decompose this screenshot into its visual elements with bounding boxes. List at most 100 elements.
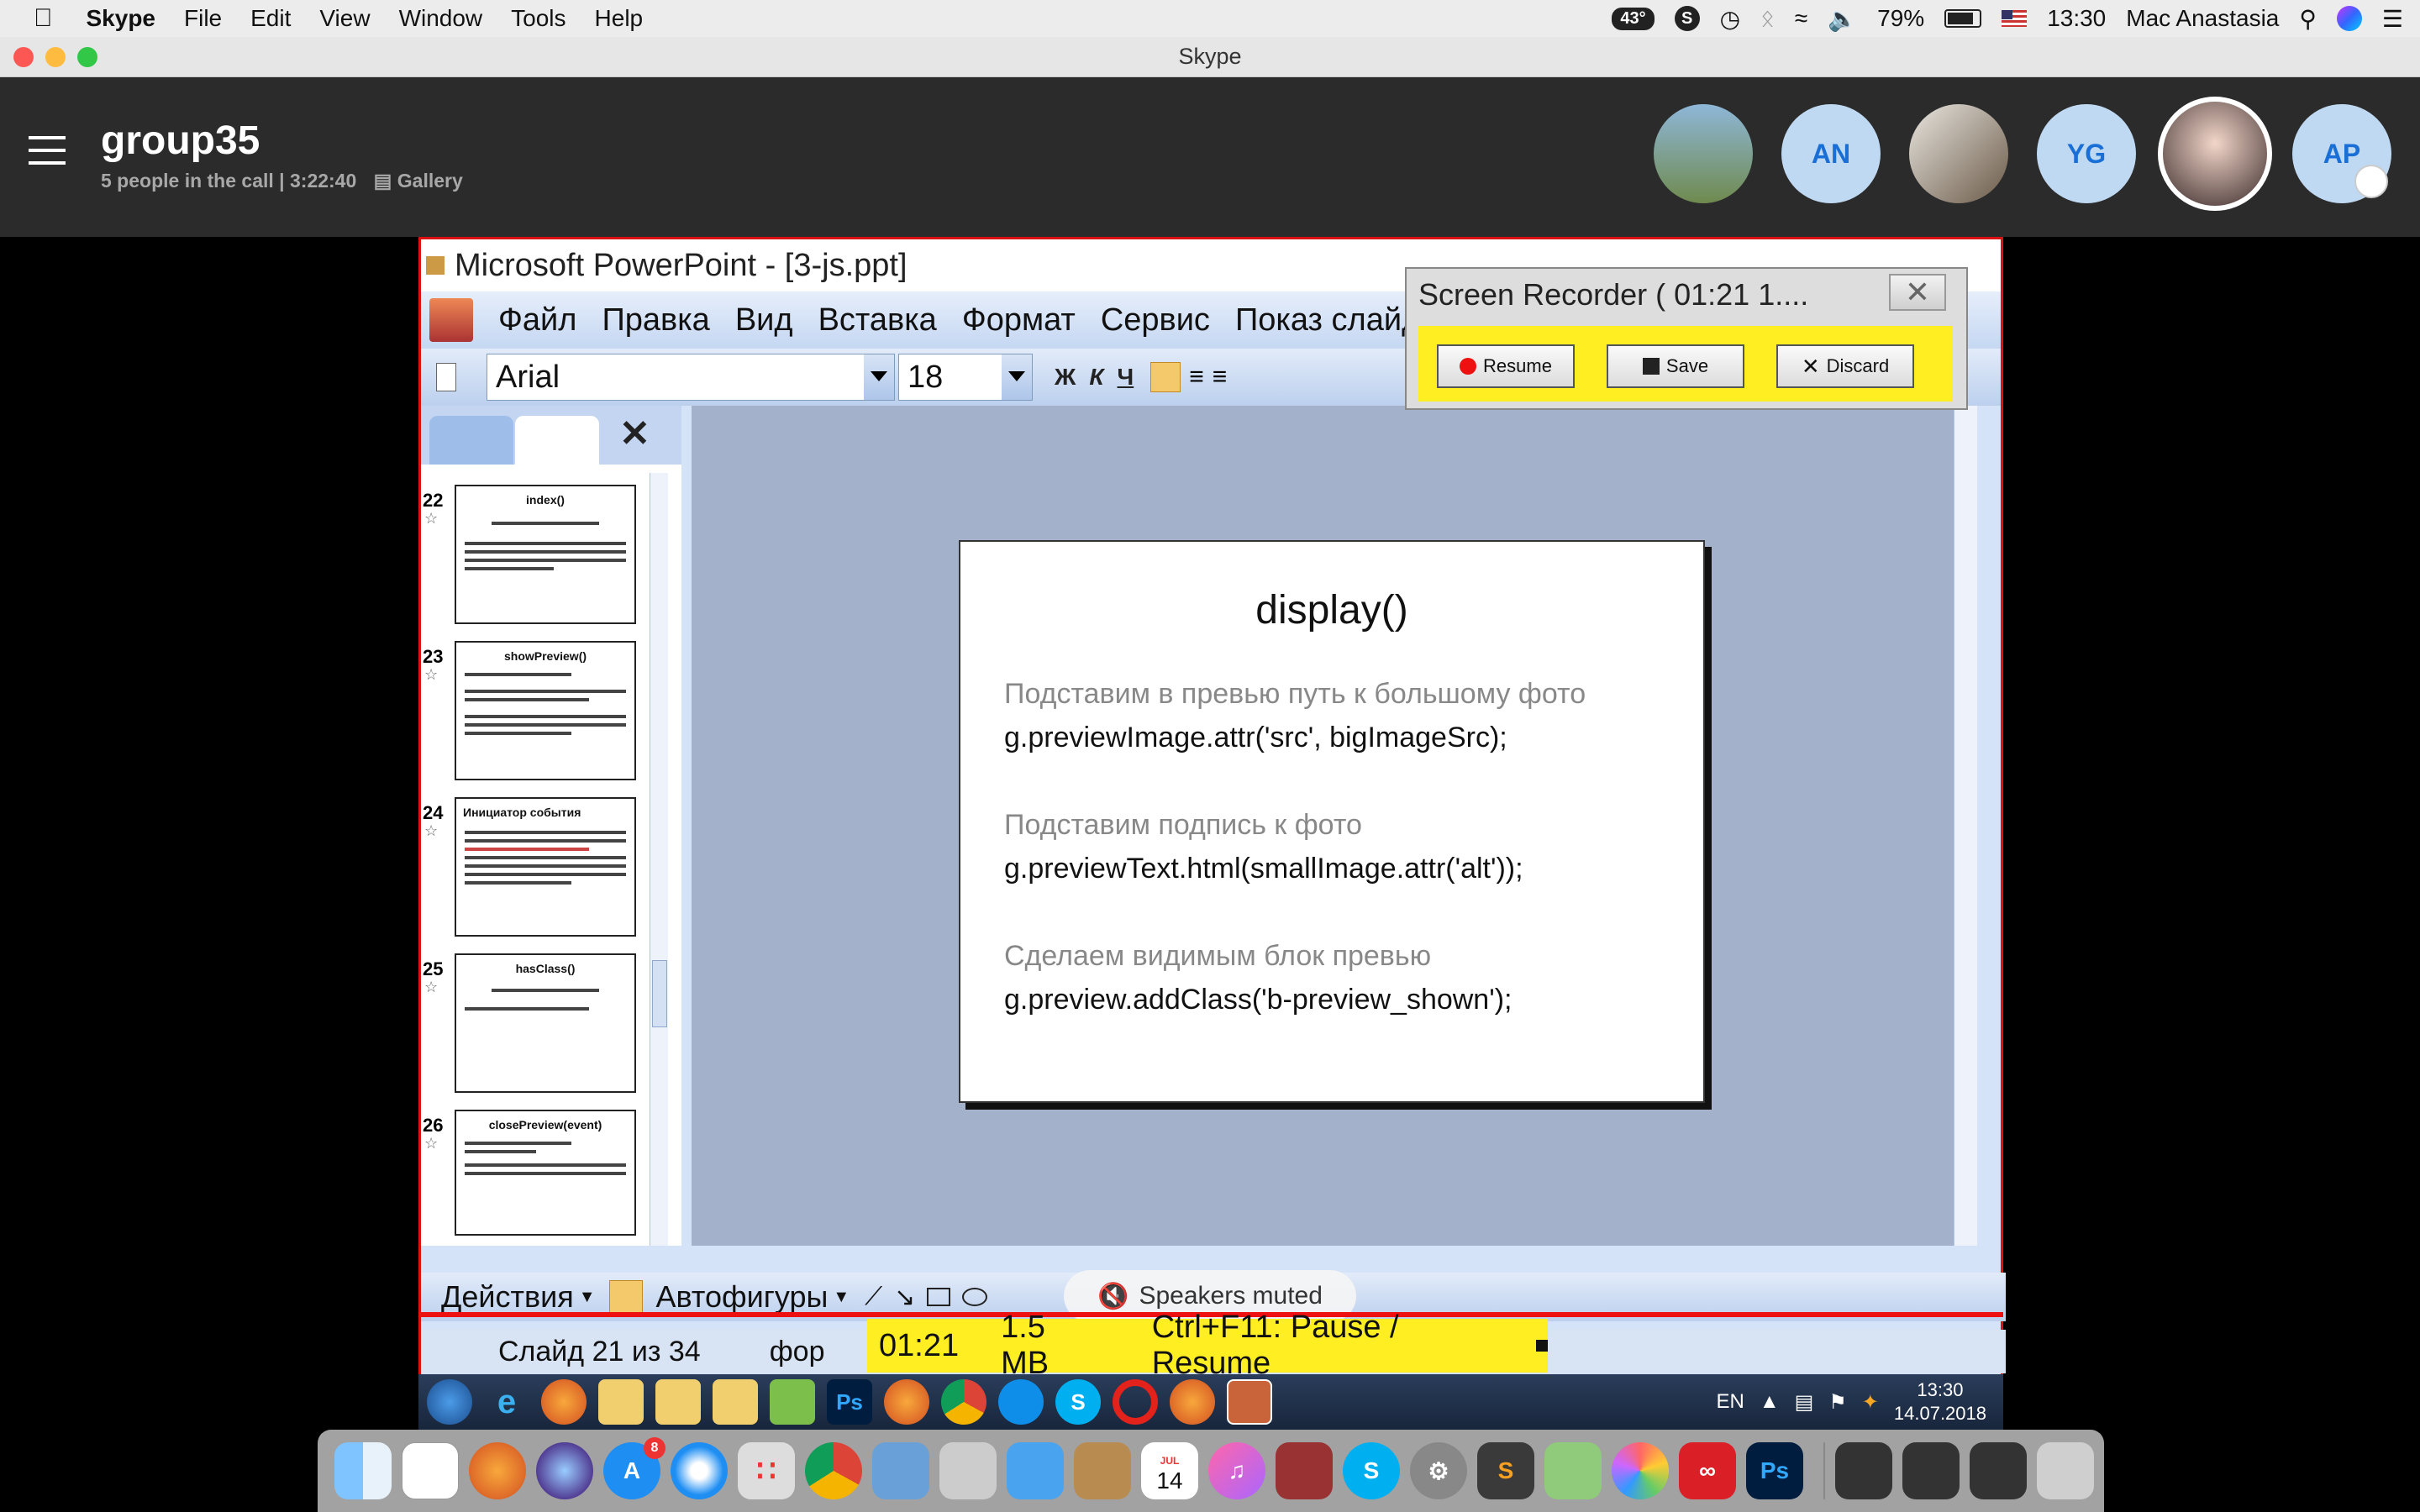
recorder-close-button[interactable]: ✕ xyxy=(1889,274,1946,311)
slide-scrollbar[interactable] xyxy=(1954,406,1977,1246)
time-machine-icon[interactable]: ◷ xyxy=(1720,5,1740,33)
textedit-icon[interactable] xyxy=(402,1442,459,1499)
tray-network-icon[interactable]: ▤ xyxy=(1795,1390,1814,1415)
tray-expand-icon[interactable]: ▲ xyxy=(1760,1390,1780,1414)
finder-icon[interactable] xyxy=(334,1442,392,1499)
battery-percent[interactable]: 79% xyxy=(1877,5,1924,32)
menu-window[interactable]: Window xyxy=(399,5,483,32)
photo-booth-icon[interactable] xyxy=(1276,1442,1333,1499)
autoshapes-menu[interactable]: Автофигуры xyxy=(656,1279,829,1315)
trash-icon[interactable] xyxy=(2037,1442,2094,1499)
participant-avatar-photo-2[interactable] xyxy=(1909,104,2008,203)
firefox-dock-icon[interactable] xyxy=(469,1442,526,1499)
teamviewer-icon[interactable] xyxy=(998,1379,1044,1425)
discard-button[interactable]: ✕ Discard xyxy=(1776,344,1914,388)
slide-comment-2[interactable]: Подставим подпись к фото xyxy=(1004,809,1362,842)
slide-thumbnail[interactable]: showPreview() xyxy=(455,641,636,780)
skype-dock-icon[interactable]: S xyxy=(1343,1442,1400,1499)
thumbnail-row[interactable]: 24 ☆ Инициатор события xyxy=(421,797,656,953)
apple-icon[interactable]:  xyxy=(34,4,53,33)
menu-file[interactable]: File xyxy=(184,5,222,32)
select-pointer-icon[interactable] xyxy=(608,1280,643,1314)
group-name[interactable]: group35 xyxy=(101,118,260,164)
align-center-icon[interactable]: ≡ xyxy=(1189,363,1204,391)
oval-tool-icon[interactable] xyxy=(962,1288,988,1306)
skype-status-icon[interactable]: S xyxy=(1674,6,1700,31)
sublime-icon[interactable]: S xyxy=(1477,1442,1534,1499)
files-icon[interactable] xyxy=(939,1442,997,1499)
temperature-badge[interactable]: 43° xyxy=(1612,7,1655,30)
windows-start-icon[interactable] xyxy=(427,1379,472,1425)
minimized-window-thumb[interactable] xyxy=(1970,1442,2027,1499)
bold-button[interactable]: Ж xyxy=(1055,364,1076,391)
chrome-icon[interactable] xyxy=(941,1379,986,1425)
tray-language[interactable]: EN xyxy=(1716,1390,1744,1414)
menu-view[interactable]: View xyxy=(319,5,370,32)
system-preferences-icon[interactable]: ⚙ xyxy=(1410,1442,1467,1499)
tray-clock[interactable]: 13:30 14.07.2018 xyxy=(1894,1378,1986,1425)
slide-code-2[interactable]: g.previewText.html(smallImage.attr('alt'… xyxy=(1004,853,1523,885)
slide-comment-3[interactable]: Сделаем видимым блок превью xyxy=(1004,940,1431,973)
ppt-menu-format[interactable]: Формат xyxy=(962,302,1076,339)
save-button[interactable]: Save xyxy=(1607,344,1744,388)
ppt-doc-icon[interactable] xyxy=(429,298,473,342)
bluetooth-icon[interactable]: ᛟ xyxy=(1760,5,1775,32)
notepadpp-icon[interactable] xyxy=(770,1379,815,1425)
participant-avatar-photo-1[interactable] xyxy=(1654,104,1753,203)
flag-icon[interactable] xyxy=(2002,10,2028,27)
menu-app-name[interactable]: Skype xyxy=(87,5,156,32)
thumbnail-row[interactable]: 25 ☆ hasClass() xyxy=(421,953,656,1110)
opera-icon[interactable] xyxy=(1113,1379,1158,1425)
slide-thumbnail[interactable]: index() xyxy=(455,485,636,624)
ppt-menu-file[interactable]: Файл xyxy=(498,302,576,339)
scroll-thumb[interactable] xyxy=(652,960,667,1027)
maps-icon[interactable] xyxy=(1544,1442,1602,1499)
folder-icon[interactable] xyxy=(713,1379,758,1425)
itunes-icon[interactable]: ♫ xyxy=(1208,1442,1265,1499)
minimized-window-thumb[interactable] xyxy=(1902,1442,1960,1499)
chrome-dock-icon[interactable] xyxy=(805,1442,862,1499)
siri-dock-icon[interactable] xyxy=(536,1442,593,1499)
app-store-icon[interactable]: A8 xyxy=(603,1437,666,1499)
thumbnail-row[interactable]: 23 ☆ showPreview() xyxy=(421,641,656,797)
arrow-tool-icon[interactable]: ↘ xyxy=(894,1283,915,1312)
italic-button[interactable]: К xyxy=(1089,364,1103,391)
firefox-icon[interactable] xyxy=(884,1379,929,1425)
photoshop-dock-icon[interactable]: Ps xyxy=(1746,1442,1803,1499)
clock[interactable]: 13:30 xyxy=(2047,5,2106,32)
notification-center-icon[interactable]: ☰ xyxy=(2382,5,2403,33)
photoshop-icon[interactable]: Ps xyxy=(827,1379,872,1425)
menu-help[interactable]: Help xyxy=(595,5,644,32)
menu-edit[interactable]: Edit xyxy=(250,5,291,32)
siri-icon[interactable] xyxy=(2336,6,2362,31)
firefox-icon[interactable] xyxy=(541,1379,587,1425)
slide-code-1[interactable]: g.previewImage.attr('src', bigImageSrc); xyxy=(1004,722,1507,754)
ppt-menu-insert[interactable]: Вставка xyxy=(818,302,937,339)
volume-icon[interactable]: 🔈 xyxy=(1828,5,1857,33)
folder-icon[interactable] xyxy=(598,1379,644,1425)
ppt-menu-view[interactable]: Вид xyxy=(735,302,793,339)
outline-tab[interactable] xyxy=(429,416,513,465)
underline-button[interactable]: Ч xyxy=(1118,364,1134,391)
menu-tools[interactable]: Tools xyxy=(511,5,566,32)
mail-icon[interactable] xyxy=(1007,1442,1064,1499)
slide-comment-1[interactable]: Подставим в превью путь к большому фото xyxy=(1004,678,1586,711)
thumbnail-row[interactable]: 22 ☆ index() xyxy=(421,485,656,641)
gallery-icon[interactable]: ▤ xyxy=(374,170,392,192)
slide-thumbnail[interactable]: closePreview(event) xyxy=(455,1110,636,1236)
slide-thumbnail[interactable]: Инициатор события xyxy=(455,797,636,937)
participant-avatar-an[interactable]: AN xyxy=(1781,104,1881,203)
align-left-icon[interactable] xyxy=(1150,362,1181,392)
calendar-icon[interactable]: JUL 14 xyxy=(1141,1442,1198,1499)
tray-flag-icon[interactable]: ⚑ xyxy=(1828,1390,1847,1415)
new-doc-icon[interactable] xyxy=(436,363,456,391)
rectangle-tool-icon[interactable] xyxy=(927,1288,951,1306)
battery-icon[interactable] xyxy=(1944,9,1982,28)
safari-icon[interactable] xyxy=(671,1442,728,1499)
slide-code-3[interactable]: g.preview.addClass('b-preview_shown'); xyxy=(1004,984,1512,1016)
launchpad-icon[interactable]: ∷ xyxy=(738,1442,795,1499)
thumbnails-scrollbar[interactable] xyxy=(650,473,668,1246)
minimized-window-thumb[interactable] xyxy=(1835,1442,1892,1499)
ppt-menu-tools[interactable]: Сервис xyxy=(1101,302,1210,339)
actions-dropdown-icon[interactable]: ▼ xyxy=(579,1288,596,1307)
